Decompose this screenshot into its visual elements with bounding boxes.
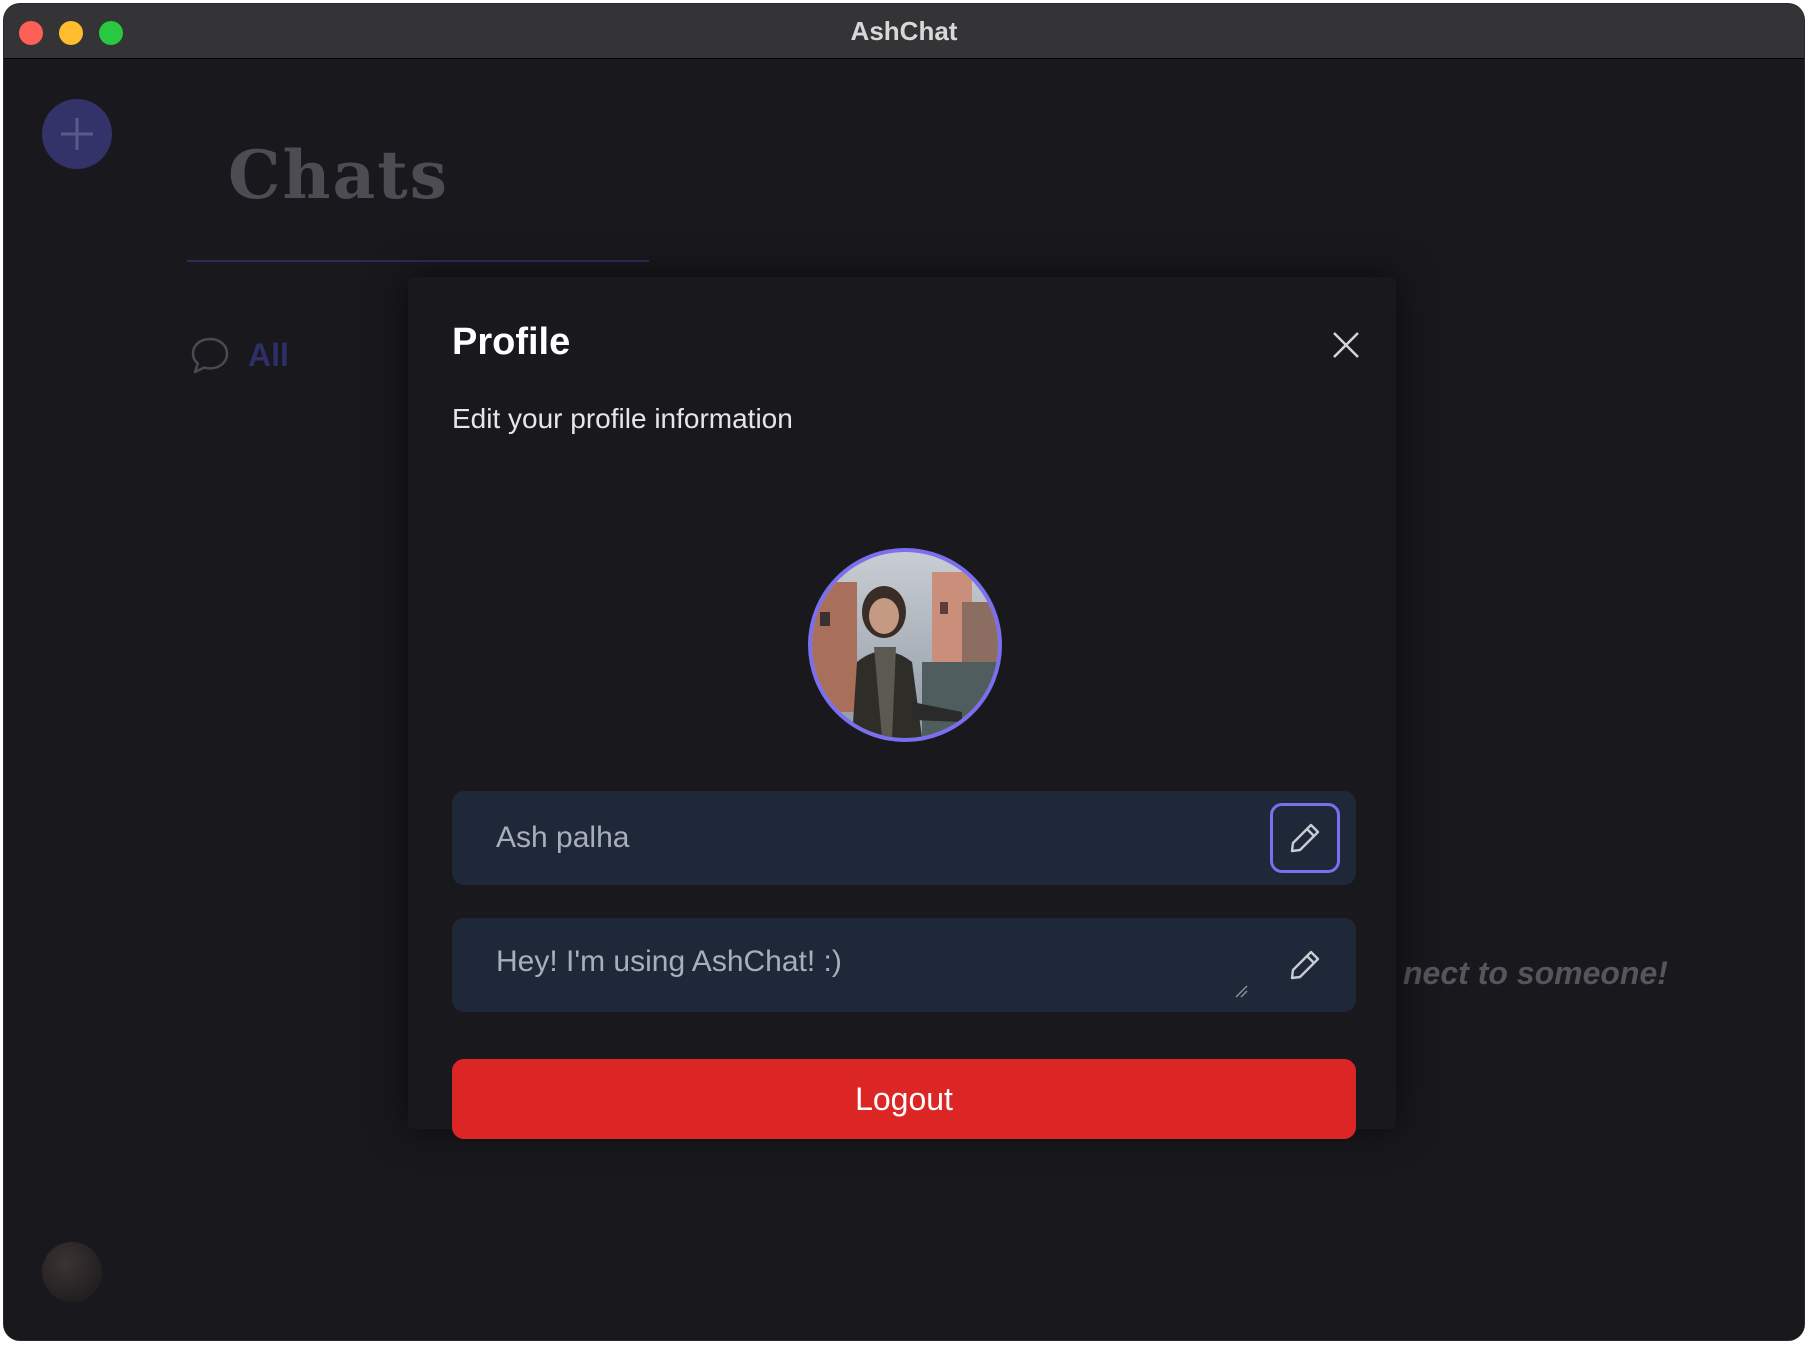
window-title: AshChat — [850, 16, 958, 46]
status-field: Hey! I'm using AshChat! :) — [452, 918, 1356, 1012]
name-input[interactable] — [496, 791, 1236, 885]
modal-title: Profile — [452, 321, 571, 363]
empty-chat-hint: nect to someone! — [1403, 955, 1668, 991]
user-avatar[interactable] — [42, 1242, 102, 1302]
chats-heading: Chats — [228, 136, 449, 214]
main-content: Chats All nect to someone! Profile Edit … — [4, 59, 1804, 1340]
name-field — [452, 791, 1356, 885]
filter-all-label: All — [248, 336, 289, 373]
status-textarea[interactable]: Hey! I'm using AshChat! :) — [496, 944, 1236, 1004]
edit-status-button[interactable] — [1270, 930, 1340, 1000]
close-icon — [1333, 332, 1359, 358]
app-window: AshChat Chats All nect to someone! Profi… — [4, 4, 1804, 1340]
new-chat-button[interactable] — [42, 99, 112, 169]
profile-modal: Profile Edit your profile information As… — [408, 277, 1396, 1139]
modal-subtitle: Edit your profile information — [452, 403, 793, 434]
profile-avatar[interactable] — [808, 548, 1002, 742]
profile-photo — [812, 552, 998, 738]
close-modal-button[interactable] — [1326, 325, 1366, 365]
filter-all[interactable]: All — [190, 335, 289, 375]
chat-bubble-icon — [191, 337, 229, 374]
plus-icon — [61, 118, 93, 150]
logout-button[interactable]: Logout — [452, 1059, 1356, 1139]
chats-divider — [187, 260, 649, 262]
resize-grip-icon[interactable] — [1234, 984, 1248, 998]
title-bar: AshChat — [4, 4, 1804, 59]
edit-name-button[interactable] — [1270, 803, 1340, 873]
pencil-icon — [1290, 823, 1320, 853]
pencil-icon — [1290, 950, 1320, 980]
